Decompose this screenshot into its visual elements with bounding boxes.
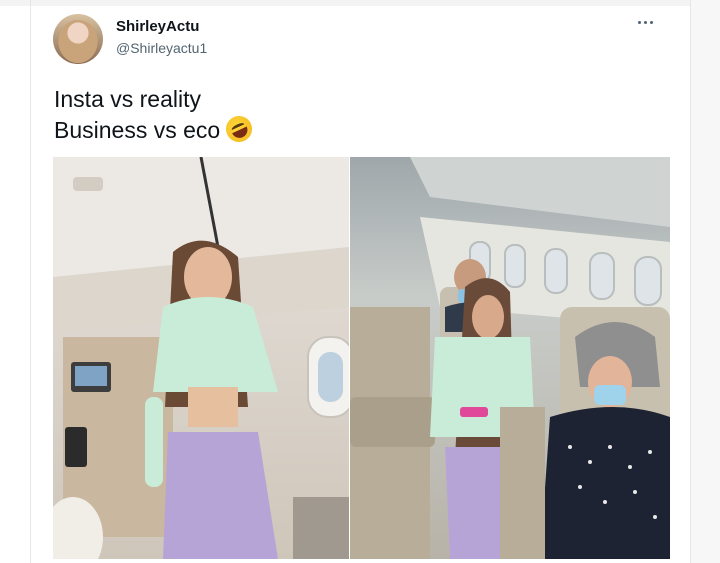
business-cabin-illustration <box>53 157 349 559</box>
author-handle[interactable]: @Shirleyactu1 <box>116 40 207 56</box>
tweet-text-line-2-text: Business vs eco <box>54 117 221 143</box>
timeline-left-border <box>30 0 31 563</box>
avatar[interactable] <box>53 14 103 64</box>
more-options-icon[interactable] <box>634 14 658 30</box>
economy-cabin-photo[interactable] <box>350 157 670 559</box>
tweet-media-grid[interactable] <box>53 157 670 559</box>
business-cabin-photo[interactable] <box>53 157 349 559</box>
window-top-strip <box>0 0 720 6</box>
tweet-text-line-2: Business vs eco <box>54 111 257 147</box>
timeline-right-gutter <box>691 0 720 563</box>
rolling-laughing-emoji-icon <box>221 111 257 147</box>
author-display-name[interactable]: ShirleyActu <box>116 18 199 35</box>
economy-cabin-illustration <box>350 157 670 559</box>
tweet-text-line-1: Insta vs reality <box>54 86 201 112</box>
